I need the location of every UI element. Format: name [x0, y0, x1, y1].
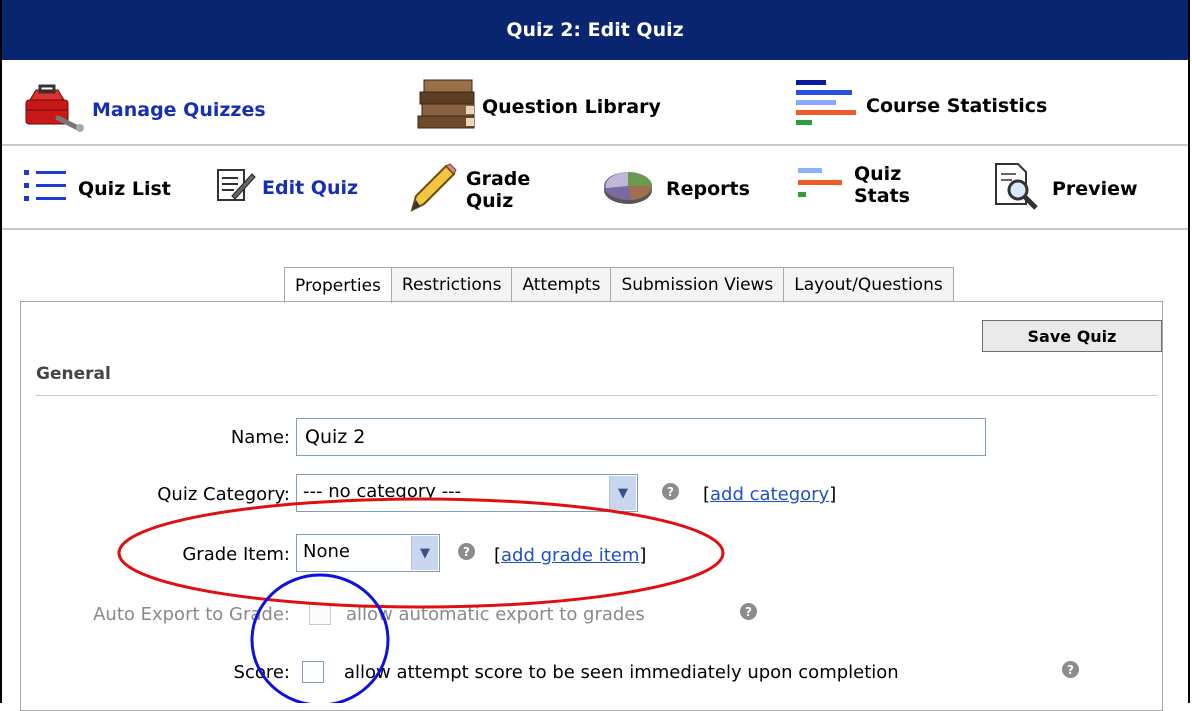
nav-course-statistics[interactable]: Course Statistics — [796, 78, 1047, 133]
score-text: allow attempt score to be seen immediate… — [344, 662, 899, 683]
tab-submission-views[interactable]: Submission Views — [610, 267, 785, 302]
grade-item-select[interactable]: None ▼ — [296, 534, 440, 572]
magnifier-document-icon — [992, 162, 1040, 215]
primary-nav: Manage Quizzes Question Library Course S… — [2, 60, 1188, 146]
pencil-icon — [408, 160, 458, 219]
toolbox-icon — [22, 82, 88, 137]
nav-label: Edit Quiz — [262, 176, 359, 199]
nav-label: Question Library — [482, 95, 661, 118]
nav-quiz-stats[interactable]: Quiz Stats — [796, 162, 910, 207]
category-select[interactable]: --- no category --- ▼ — [296, 474, 638, 512]
nav-question-library[interactable]: Question Library — [414, 76, 661, 137]
nav-quiz-list[interactable]: Quiz List — [24, 166, 171, 211]
nav-label: Reports — [666, 177, 750, 200]
nav-manage-quizzes[interactable]: Manage Quizzes — [22, 82, 266, 137]
list-icon — [24, 166, 72, 211]
nav-label: Preview — [1052, 177, 1138, 200]
help-icon[interactable]: ? — [740, 603, 757, 620]
category-value: --- no category --- — [303, 481, 462, 502]
page-title: Quiz 2: Edit Quiz — [2, 0, 1188, 60]
save-quiz-button[interactable]: Save Quiz — [982, 320, 1162, 352]
tab-attempts[interactable]: Attempts — [511, 267, 612, 302]
section-title: General — [36, 364, 111, 384]
nav-label: Course Statistics — [866, 94, 1048, 117]
tab-properties[interactable]: Properties — [284, 267, 392, 303]
name-label: Name: — [230, 427, 290, 448]
bar-stats-icon — [796, 162, 846, 207]
help-icon[interactable]: ? — [662, 483, 679, 500]
pie-chart-icon — [602, 166, 658, 211]
nav-edit-quiz[interactable]: Edit Quiz — [214, 164, 358, 211]
add-category-link-wrap: [add category] — [703, 484, 837, 505]
add-category-link[interactable]: add category — [710, 484, 829, 505]
divider — [36, 395, 1158, 396]
tab-strip: Properties Restrictions Attempts Submiss… — [284, 267, 954, 303]
nav-label-line1: Quiz — [854, 162, 902, 185]
score-checkbox[interactable] — [302, 661, 324, 683]
category-label: Quiz Category: — [157, 484, 290, 505]
help-icon[interactable]: ? — [458, 543, 475, 560]
add-grade-item-link[interactable]: add grade item — [501, 545, 639, 566]
nav-label-line1: Grade — [466, 167, 531, 190]
chevron-down-icon: ▼ — [609, 476, 636, 510]
tab-layout-questions[interactable]: Layout/Questions — [783, 267, 954, 302]
auto-export-label: Auto Export to Grade: — [93, 604, 290, 625]
secondary-nav: Quiz List Edit Quiz Grade Quiz Reports Q… — [2, 146, 1188, 230]
nav-label-line2: Quiz — [466, 189, 514, 212]
nav-label-line2: Stats — [854, 184, 910, 207]
name-field[interactable] — [296, 418, 986, 456]
grade-item-value: None — [303, 541, 350, 562]
tab-restrictions[interactable]: Restrictions — [390, 267, 513, 302]
help-icon[interactable]: ? — [1062, 661, 1079, 678]
chevron-down-icon: ▼ — [411, 536, 438, 570]
edit-note-icon — [214, 164, 256, 211]
auto-export-checkbox[interactable] — [309, 603, 331, 625]
add-grade-item-link-wrap: [add grade item] — [494, 545, 647, 566]
books-icon — [414, 76, 482, 137]
grade-item-label: Grade Item: — [182, 544, 290, 565]
nav-label: Quiz List — [78, 177, 171, 200]
nav-label: Manage Quizzes — [92, 98, 266, 121]
nav-preview[interactable]: Preview — [992, 162, 1138, 215]
auto-export-text: allow automatic export to grades — [346, 604, 645, 625]
nav-reports[interactable]: Reports — [602, 166, 750, 211]
score-label: Score: — [233, 662, 290, 683]
bar-stats-icon — [796, 78, 858, 133]
nav-grade-quiz[interactable]: Grade Quiz — [408, 160, 530, 219]
